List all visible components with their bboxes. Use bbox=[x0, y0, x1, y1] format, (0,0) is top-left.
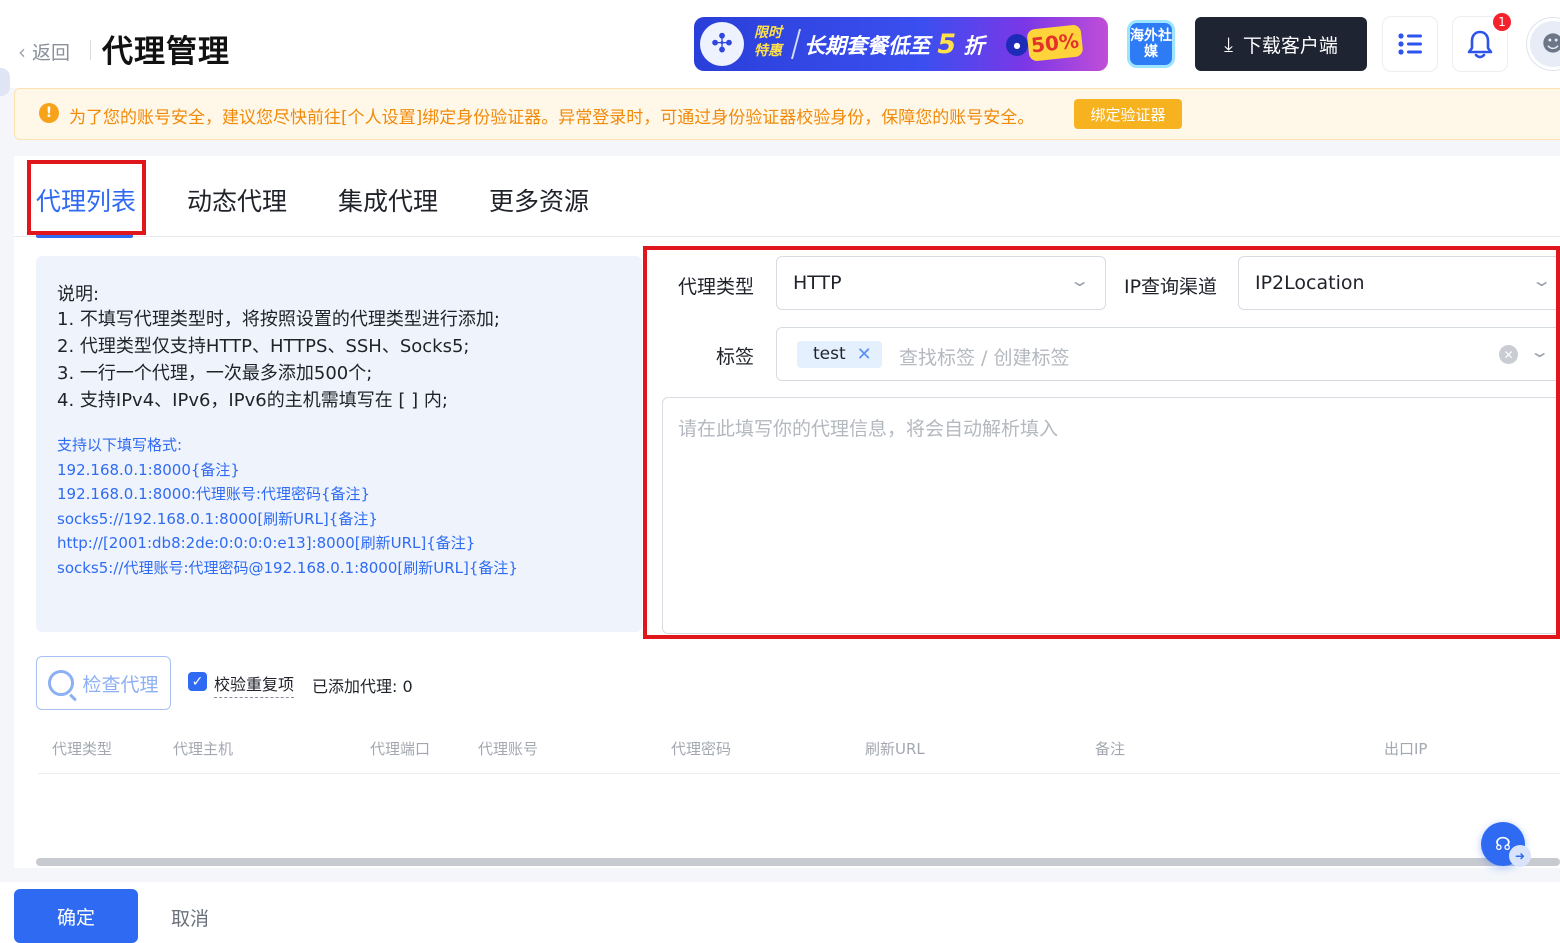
proxy-add-card: 代理列表 动态代理 集成代理 更多资源 说明: 1. 不填写代理类型时，将按照设… bbox=[14, 156, 1560, 868]
column-header: 代理账号 bbox=[478, 740, 539, 758]
dedupe-checkbox[interactable]: ✓ bbox=[188, 672, 207, 691]
instructions-rules: 1. 不填写代理类型时，将按照设置的代理类型进行添加; 2. 代理类型仅支持HT… bbox=[57, 306, 500, 414]
textarea-placeholder: 请在此填写你的代理信息，将会自动解析填入 bbox=[678, 418, 1059, 440]
format-item: socks5://192.168.0.1:8000[刷新URL]{备注} bbox=[57, 509, 378, 528]
tag-label: 标签 bbox=[716, 346, 755, 368]
dedupe-label[interactable]: 校验重复项 bbox=[214, 671, 295, 698]
formats-title: 支持以下填写格式: bbox=[57, 436, 183, 454]
format-item: socks5://代理账号:代理密码@192.168.0.1:8000[刷新UR… bbox=[57, 558, 518, 577]
back-label: 返回 bbox=[32, 42, 71, 64]
formats-list: 192.168.0.1:8000{备注} 192.168.0.1:8000:代理… bbox=[57, 458, 518, 580]
overseas-social-button[interactable]: 海外社媒 bbox=[1127, 20, 1175, 68]
ip-channel-select[interactable]: IP2Location ⌄ bbox=[1238, 256, 1560, 310]
check-proxy-button[interactable]: 检查代理 bbox=[36, 656, 171, 710]
added-count: 0 bbox=[402, 677, 413, 696]
download-icon: ⤓ bbox=[1224, 32, 1233, 56]
top-header: ‹ 返回 代理管理 ✣ 限时特惠 长期套餐低至 5 折 ● 50% 海外社媒 ⤓… bbox=[0, 0, 1560, 88]
column-header: 刷新URL bbox=[865, 740, 925, 758]
added-label: 已添加代理: bbox=[312, 677, 398, 696]
tab-integrated-proxy[interactable]: 集成代理 bbox=[338, 182, 438, 218]
promo-tag: 限时特惠 bbox=[754, 25, 782, 59]
column-header: 出口IP bbox=[1384, 740, 1428, 758]
proxy-type-label: 代理类型 bbox=[678, 276, 755, 298]
column-header: 代理类型 bbox=[52, 740, 113, 758]
promo-discount-num: 5 bbox=[937, 29, 957, 60]
chevron-down-icon: ⌄ bbox=[1068, 271, 1091, 290]
tag-select-input[interactable]: test ✕ 查找标签 / 创建标签 ✕ ⌄ bbox=[776, 327, 1560, 381]
rule-item: 4. 支持IPv4、IPv6，IPv6的主机需填写在 [ ] 内; bbox=[57, 390, 448, 411]
format-item: http://[2001:db8:2de:0:0:0:0:e13]:8000[刷… bbox=[57, 534, 476, 553]
bell-icon bbox=[1467, 30, 1493, 59]
back-button[interactable]: ‹ 返回 bbox=[18, 38, 70, 65]
tab-bar: 代理列表 动态代理 集成代理 更多资源 bbox=[14, 156, 1560, 238]
rule-item: 3. 一行一个代理，一次最多添加500个; bbox=[57, 363, 373, 384]
headset-icon: ☊ bbox=[1495, 833, 1511, 855]
tag-placeholder: 查找标签 / 创建标签 bbox=[899, 347, 1070, 369]
column-header: 备注 bbox=[1095, 740, 1126, 758]
rule-item: 1. 不填写代理类型时，将按照设置的代理类型进行添加; bbox=[57, 309, 500, 330]
search-icon bbox=[48, 670, 75, 696]
bind-authenticator-button[interactable]: 绑定验证器 bbox=[1074, 99, 1182, 129]
footer-bar: 确定 取消 bbox=[0, 882, 1560, 943]
notification-count-badge: 1 bbox=[1491, 11, 1513, 33]
promo-text: 长期套餐低至 5 折 bbox=[804, 29, 984, 60]
header-divider bbox=[90, 40, 91, 60]
chevron-down-icon: ⌄ bbox=[1530, 271, 1553, 290]
promo-discount-unit: 折 bbox=[963, 34, 985, 58]
ip-channel-value: IP2Location bbox=[1255, 272, 1365, 294]
promo-banner[interactable]: ✣ 限时特惠 长期套餐低至 5 折 ● 50% bbox=[694, 17, 1108, 71]
download-client-button[interactable]: ⤓ 下载客户端 bbox=[1195, 17, 1367, 71]
ip-channel-label: IP查询渠道 bbox=[1124, 276, 1218, 298]
page-title: 代理管理 bbox=[102, 34, 230, 70]
download-label: 下载客户端 bbox=[1242, 34, 1338, 57]
warning-icon: ! bbox=[39, 103, 59, 123]
list-icon bbox=[1398, 33, 1422, 55]
small-logo-icon: ● bbox=[1006, 34, 1028, 56]
side-collapse-handle[interactable] bbox=[0, 68, 10, 96]
confirm-button[interactable]: 确定 bbox=[14, 889, 138, 943]
clear-icon[interactable]: ✕ bbox=[1499, 345, 1518, 364]
promo-divider bbox=[790, 29, 802, 59]
rule-item: 2. 代理类型仅支持HTTP、HTTPS、SSH、Socks5; bbox=[57, 336, 470, 357]
proxy-type-value: HTTP bbox=[793, 272, 842, 294]
warning-text: 为了您的账号安全，建议您尽快前往[个人设置]绑定身份验证器。异常登录时，可通过身… bbox=[69, 108, 1035, 128]
horizontal-scrollbar[interactable] bbox=[36, 858, 1560, 866]
column-header: 代理主机 bbox=[173, 740, 234, 758]
proxy-type-select[interactable]: HTTP ⌄ bbox=[776, 256, 1106, 310]
chevron-down-icon: ⌄ bbox=[1528, 342, 1551, 361]
remove-tag-icon[interactable]: ✕ bbox=[857, 341, 872, 368]
tab-dynamic-proxy[interactable]: 动态代理 bbox=[187, 182, 287, 218]
promo-text-prefix: 长期套餐低至 bbox=[804, 34, 930, 58]
chevron-left-icon: ‹ bbox=[18, 39, 26, 64]
check-proxy-label: 检查代理 bbox=[82, 673, 159, 696]
instructions-title: 说明: bbox=[57, 284, 100, 305]
instructions-panel: 说明: 1. 不填写代理类型时，将按照设置的代理类型进行添加; 2. 代理类型仅… bbox=[36, 256, 642, 632]
column-header: 代理密码 bbox=[671, 740, 732, 758]
tag-chip-label: test bbox=[813, 344, 846, 364]
tab-proxy-list[interactable]: 代理列表 bbox=[36, 182, 136, 218]
promo-badge: 50% bbox=[1026, 24, 1084, 62]
column-header: 代理端口 bbox=[370, 740, 431, 758]
page: ‹ 返回 代理管理 ✣ 限时特惠 长期套餐低至 5 折 ● 50% 海外社媒 ⤓… bbox=[0, 0, 1560, 943]
security-warning-banner: ! 为了您的账号安全，建议您尽快前往[个人设置]绑定身份验证器。异常登录时，可通… bbox=[14, 88, 1560, 140]
astronaut-icon: ☻ bbox=[1541, 31, 1560, 57]
menu-list-button[interactable] bbox=[1383, 17, 1437, 71]
tag-chip: test ✕ bbox=[797, 341, 882, 368]
cancel-button[interactable]: 取消 bbox=[171, 904, 209, 931]
arrow-right-icon[interactable]: ➜ bbox=[1509, 845, 1531, 867]
user-avatar[interactable]: ☻ bbox=[1527, 18, 1560, 70]
proxy-info-textarea[interactable]: 请在此填写你的代理信息，将会自动解析填入 bbox=[662, 397, 1560, 634]
tab-more-resources[interactable]: 更多资源 bbox=[489, 182, 589, 218]
format-item: 192.168.0.1:8000{备注} bbox=[57, 461, 240, 479]
table-header-divider bbox=[38, 773, 1560, 774]
pinwheel-logo-icon: ✣ bbox=[700, 22, 744, 66]
active-tab-indicator bbox=[36, 234, 133, 238]
format-item: 192.168.0.1:8000:代理账号:代理密码{备注} bbox=[57, 485, 371, 504]
added-count-text: 已添加代理: 0 bbox=[312, 673, 413, 697]
